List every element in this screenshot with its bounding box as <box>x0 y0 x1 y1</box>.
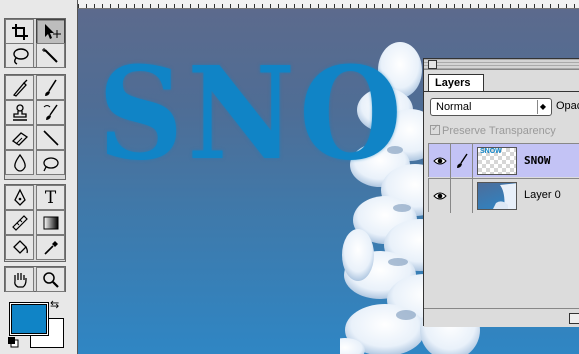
eye-icon <box>432 192 447 200</box>
pen-icon <box>13 188 26 206</box>
dodge-icon <box>42 156 59 171</box>
rubber-stamp-icon <box>12 103 27 121</box>
eyedropper-tool-button[interactable] <box>36 235 65 260</box>
layer-name: SNOW <box>524 154 551 167</box>
line-icon <box>42 129 59 146</box>
layer-row-layer-0[interactable]: Layer 0 <box>428 178 579 213</box>
dodge-tool-button[interactable] <box>36 150 65 175</box>
magic-wand-tool-button[interactable] <box>36 43 65 68</box>
zoom-tool-button[interactable] <box>36 267 65 292</box>
zoom-icon <box>42 271 59 288</box>
paintbrush-icon <box>456 153 468 168</box>
line-tool-button[interactable] <box>36 125 65 150</box>
move-tool-button[interactable] <box>36 19 65 44</box>
measure-tool-button[interactable] <box>5 210 34 235</box>
paint-bucket-tool-button[interactable] <box>5 235 34 260</box>
thumbnail-text: SNOW <box>480 148 502 155</box>
type-icon: T <box>44 187 57 208</box>
magic-wand-icon <box>41 47 58 63</box>
preserve-transparency-checkbox[interactable]: Preserve Transparency <box>430 123 556 137</box>
blur-icon <box>13 153 26 172</box>
tab-divider <box>424 91 579 92</box>
eye-icon <box>432 157 447 165</box>
visibility-toggle[interactable] <box>429 144 451 178</box>
eyedropper-icon <box>43 240 58 255</box>
history-brush-icon <box>43 104 58 120</box>
preserve-transparency-label: Preserve Transparency <box>442 125 556 137</box>
canvas-snow-text: SNO <box>98 38 406 189</box>
default-colors-icon[interactable] <box>7 336 19 348</box>
edit-indicator[interactable] <box>451 144 473 178</box>
tab-layers[interactable]: Layers <box>428 74 484 92</box>
layer-thumbnail <box>477 182 517 210</box>
history-brush-tool-button[interactable] <box>36 100 65 125</box>
airbrush-icon <box>12 79 27 97</box>
layer-row-snow[interactable]: SNOW SNOW <box>428 143 579 178</box>
updown-arrow-icon: ◆ <box>537 100 548 114</box>
color-swatches: ⇆ <box>6 298 66 350</box>
hand-icon <box>13 272 27 288</box>
blend-mode-select[interactable]: Normal ◆ <box>430 98 552 116</box>
blur-tool-button[interactable] <box>5 150 34 175</box>
new-layer-button[interactable] <box>569 313 579 324</box>
move-icon <box>44 23 61 39</box>
pen-tool-button[interactable] <box>5 185 34 210</box>
thumbnail-image <box>493 183 516 209</box>
layer-name: Layer 0 <box>524 189 561 201</box>
eraser-icon <box>11 131 28 146</box>
type-tool-button[interactable]: T <box>36 185 65 210</box>
horizontal-ruler[interactable] <box>78 0 579 9</box>
lasso-icon <box>12 47 29 65</box>
palette-footer <box>424 308 579 327</box>
close-box-icon[interactable] <box>428 60 437 69</box>
opacity-label: Opac <box>556 100 579 112</box>
layers-palette: Layers Normal ◆ Opac Preserve Transparen… <box>423 58 579 327</box>
crop-icon <box>11 23 28 40</box>
paint-bucket-icon <box>12 239 28 254</box>
checkbox-icon <box>430 123 440 135</box>
visibility-toggle[interactable] <box>429 179 451 213</box>
gradient-tool-button[interactable] <box>36 210 65 235</box>
palette-titlebar[interactable] <box>424 59 579 70</box>
crop-tool-button[interactable] <box>5 19 34 44</box>
swap-colors-icon[interactable]: ⇆ <box>50 298 59 311</box>
airbrush-tool-button[interactable] <box>5 75 34 100</box>
rubber-stamp-tool-button[interactable] <box>5 100 34 125</box>
paintbrush-tool-button[interactable] <box>36 75 65 100</box>
hand-tool-button[interactable] <box>5 267 34 292</box>
blend-mode-value: Normal <box>436 101 472 113</box>
lasso-tool-button[interactable] <box>5 43 34 68</box>
layer-thumbnail: SNOW <box>477 147 517 175</box>
eraser-tool-button[interactable] <box>5 125 34 150</box>
link-indicator[interactable] <box>451 179 473 213</box>
paintbrush-icon <box>44 79 57 96</box>
toolbox: T ⇆ <box>0 0 78 354</box>
foreground-color-swatch[interactable] <box>11 304 47 334</box>
measure-icon <box>11 214 28 231</box>
gradient-icon <box>43 216 58 229</box>
